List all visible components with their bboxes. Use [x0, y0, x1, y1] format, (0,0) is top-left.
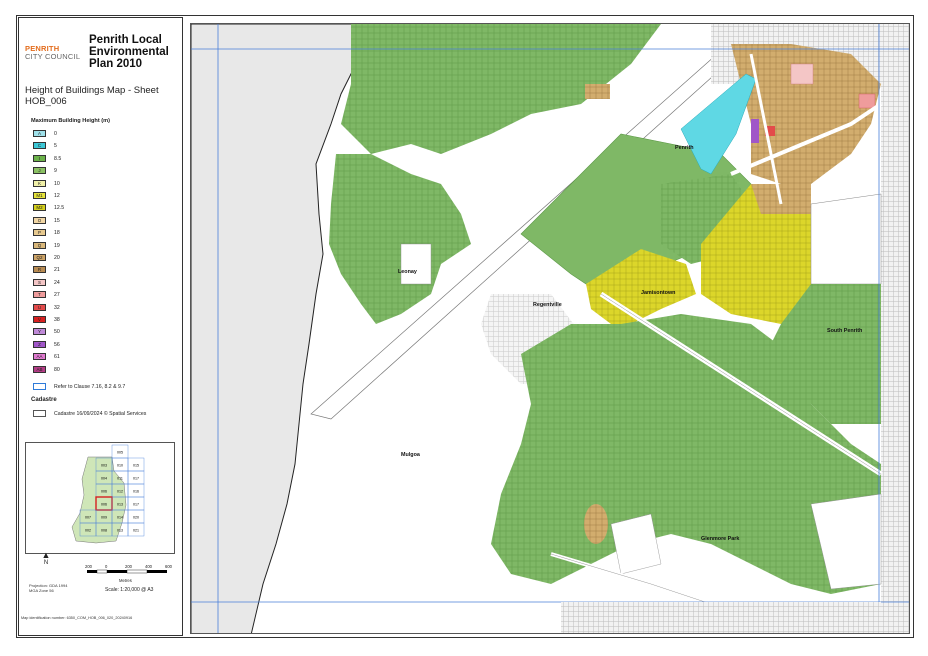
key-map-svg: 005 003 010 015 004 011 017 006 012 016 006 013 017 0… [71, 444, 145, 544]
map-title: Height of Buildings Map - Sheet HOB_006 [25, 85, 159, 107]
legend-swatch: I [33, 154, 46, 162]
key-map-cell-label: 003 [101, 464, 107, 468]
place-label-glenmore-park: Glenmore Park [701, 536, 740, 542]
key-map-cell-label: 008 [101, 529, 107, 533]
map-svg[interactable] [191, 24, 910, 634]
key-map-cell-label: 017 [133, 503, 139, 507]
key-map-cell-label: 010 [117, 464, 123, 468]
council-logo: PENRITH CITY COUNCIL [25, 44, 81, 61]
legend-swatch: S [33, 278, 46, 286]
key-map-cell-label: 006 [101, 490, 107, 494]
key-map-cell-label: 011 [117, 477, 123, 481]
scale-bar [87, 569, 167, 574]
key-map-cell-label: 021 [133, 529, 139, 533]
key-map-cell-label: 002 [85, 529, 91, 533]
legend-value: 27 [54, 292, 60, 299]
legend-value: 21 [54, 267, 60, 274]
legend-value: 12 [54, 193, 60, 199]
legend-swatch: Q [33, 241, 46, 249]
legend-value: 20 [54, 255, 60, 261]
legend-panel: PENRITH CITY COUNCIL Penrith Local Envir… [18, 17, 183, 636]
legend-swatch: T [33, 291, 46, 299]
key-map-cell-label: 016 [133, 490, 139, 494]
map-id: Map identification number: 6350_COM_HOB_… [21, 616, 133, 620]
place-label-penrith: Penrith [675, 145, 694, 151]
legend-value: 10 [54, 180, 60, 187]
legend-swatch: P [33, 229, 46, 237]
cadastre-heading: Cadastre [31, 397, 57, 403]
legend-value: 12.5 [54, 205, 65, 212]
key-map-cell-label: 012 [117, 490, 123, 494]
key-map-cell-label: 009 [101, 516, 107, 520]
legend-swatch: AB [33, 365, 46, 373]
legend-value: 19 [54, 242, 60, 249]
key-map-cell-label: 005 [117, 451, 123, 455]
legend-value: 56 [54, 341, 60, 348]
key-map-cell-label: 014 [117, 516, 123, 520]
key-map: 005 003 010 015 004 011 017 006 012 016 006 013 017 0… [25, 442, 175, 554]
legend-swatch: Q2 [33, 254, 46, 261]
place-label-mulgoa: Mulgoa [401, 452, 420, 458]
key-map-cell-label: 020 [133, 516, 139, 520]
north-arrow-icon: ▲ [41, 550, 51, 560]
cadastre-swatch [33, 410, 46, 417]
place-label-south-penrith: South Penrith [827, 328, 863, 334]
legend-swatch: O [33, 216, 46, 224]
scale-text: Scale: 1:20,000 @ A3 [105, 587, 154, 593]
place-label-leonay: Leonay [398, 269, 417, 275]
legend-value: 15 [54, 217, 60, 224]
map-canvas[interactable]: Penrith Leonay Regentville Jamisontown S… [190, 23, 910, 634]
legend-swatch: A [33, 130, 46, 137]
key-map-cell-label: 017 [133, 477, 139, 481]
projection-note: Projection: GDA 1994 MGA Zone 56 [29, 583, 68, 593]
key-map-cell-label: 007 [85, 516, 91, 520]
key-map-cell-label: 015 [133, 464, 139, 468]
legend-value: 61 [54, 354, 60, 361]
legend-value: 0 [54, 131, 57, 137]
place-label-regentville: Regentville [533, 302, 562, 308]
plan-title: Penrith Local Environmental Plan 2010 [89, 34, 169, 70]
legend-swatch: Y [33, 328, 46, 336]
legend-value: 50 [54, 329, 60, 336]
legend-swatch: R [33, 266, 46, 274]
refer-label: Refer to Clause 7.16, 8.2 & 9.7 [54, 384, 126, 390]
legend-swatch: M2 [33, 204, 46, 212]
scale-unit: Metres [119, 578, 132, 583]
legend-swatch: V [33, 316, 46, 323]
legend-value: 38 [54, 317, 60, 323]
legend-swatch: K [33, 179, 46, 187]
legend-value: 32 [54, 304, 60, 311]
legend-swatch: AA [33, 353, 46, 361]
legend-swatch: M1 [33, 192, 46, 199]
legend-value: 9 [54, 168, 57, 175]
key-map-cell-label: 006 [101, 503, 107, 507]
refer-swatch [33, 383, 46, 390]
legend-swatch: U [33, 303, 46, 311]
legend-value: 80 [54, 366, 60, 373]
key-map-cell-label: 013 [117, 529, 123, 533]
legend-value: 24 [54, 279, 60, 286]
legend-swatch: Z [33, 340, 46, 348]
legend-value: 18 [54, 230, 60, 237]
legend-value: 8.5 [54, 155, 62, 162]
legend-value: 5 [54, 143, 57, 150]
cadastre-label: Cadastre 16/09/2024 © Spatial Services [54, 411, 147, 417]
north-arrow: ▲ N [41, 550, 51, 567]
legend-swatch: C [33, 142, 46, 150]
key-map-cell-label: 013 [117, 503, 123, 507]
place-label-jamisontown: Jamisontown [641, 290, 676, 296]
legend-swatch: J [33, 167, 46, 175]
key-map-cell-label: 004 [101, 477, 107, 481]
legend-heading: Maximum Building Height (m) [31, 118, 110, 124]
